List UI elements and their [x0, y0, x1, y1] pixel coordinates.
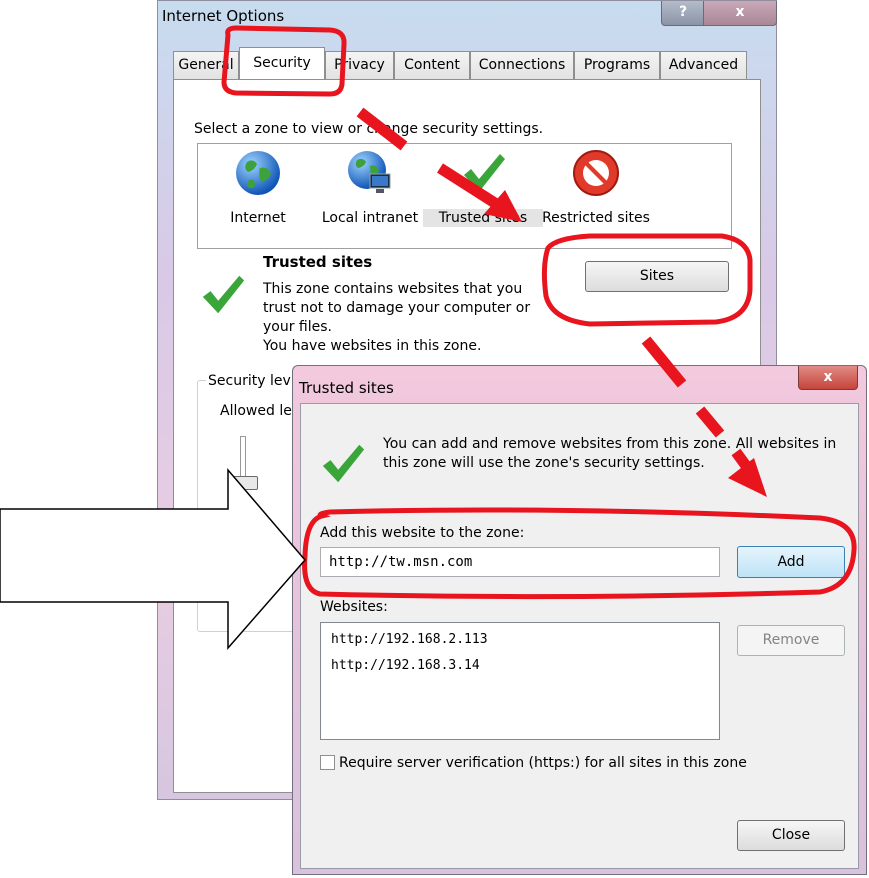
trusted-desc-line-2: You have websites in this zone.	[263, 338, 482, 354]
https-verification-row: Require server verification (https:) for…	[320, 755, 747, 771]
dialog-info-text: You can add and remove websites from thi…	[383, 436, 837, 471]
tab-content[interactable]: Content	[394, 51, 470, 79]
allowed-levels-label: Allowed le	[220, 403, 292, 419]
websites-list[interactable]: http://192.168.2.113 http://192.168.3.14	[320, 622, 720, 740]
security-slider-track	[240, 436, 246, 558]
zone-restricted-sites[interactable]: Restricted sites	[536, 148, 656, 227]
dialog-title: Trusted sites	[299, 379, 394, 397]
website-url-input[interactable]: http://tw.msn.com	[320, 547, 720, 577]
trusted-sites-description: This zone contains websites that you tru…	[263, 280, 553, 356]
zone-caption: Select a zone to view or change security…	[194, 121, 544, 137]
add-button[interactable]: Add	[737, 546, 845, 578]
list-item[interactable]: http://192.168.2.113	[331, 627, 709, 653]
checkmark-icon	[464, 154, 505, 192]
tab-programs[interactable]: Programs	[574, 51, 660, 79]
tab-security[interactable]: Security	[239, 47, 325, 80]
close-window-button[interactable]: x	[703, 1, 777, 26]
list-item[interactable]: http://192.168.3.14	[331, 653, 709, 679]
security-level-label: Security lev	[206, 373, 293, 389]
trusted-checkmark-icon	[202, 275, 245, 314]
dialog-body: You can add and remove websites from thi…	[300, 403, 859, 869]
trusted-sites-heading: Trusted sites	[263, 253, 373, 271]
zone-trusted-sites[interactable]: Trusted sites	[423, 148, 543, 227]
trusted-sites-dialog: Trusted sites x You can add and remove w…	[292, 365, 867, 875]
https-checkbox-label: Require server verification (https:) for…	[339, 755, 747, 771]
tab-general[interactable]: General	[173, 51, 239, 79]
zone-internet[interactable]: Internet	[198, 148, 318, 227]
intranet-globe-icon	[348, 151, 391, 193]
window-title: Internet Options	[162, 7, 285, 25]
zone-trusted-sites-label: Trusted sites	[423, 209, 543, 227]
security-slider-thumb[interactable]	[228, 476, 258, 490]
tab-connections[interactable]: Connections	[470, 51, 574, 79]
zone-local-intranet-label: Local intranet	[321, 210, 419, 226]
close-button[interactable]: Close	[737, 820, 845, 851]
dialog-close-button[interactable]: x	[798, 366, 858, 390]
globe-icon	[236, 151, 280, 195]
sites-button[interactable]: Sites	[585, 261, 729, 292]
add-website-label: Add this website to the zone:	[320, 525, 525, 541]
zone-restricted-sites-label: Restricted sites	[542, 210, 650, 226]
prohibited-icon	[573, 150, 619, 196]
remove-button[interactable]: Remove	[737, 625, 845, 656]
tab-advanced[interactable]: Advanced	[660, 51, 747, 79]
zone-local-intranet[interactable]: Local intranet	[310, 148, 430, 227]
zone-list: Internet Local intranet Trusted sites Re…	[197, 143, 732, 249]
help-button[interactable]: ?	[661, 1, 705, 26]
zone-internet-label: Internet	[230, 210, 286, 226]
tab-privacy[interactable]: Privacy	[325, 51, 394, 79]
https-checkbox[interactable]	[320, 755, 335, 770]
websites-label: Websites:	[320, 599, 388, 615]
trusted-desc-line-1: This zone contains websites that you tru…	[263, 281, 531, 335]
info-checkmark-icon	[322, 444, 365, 483]
